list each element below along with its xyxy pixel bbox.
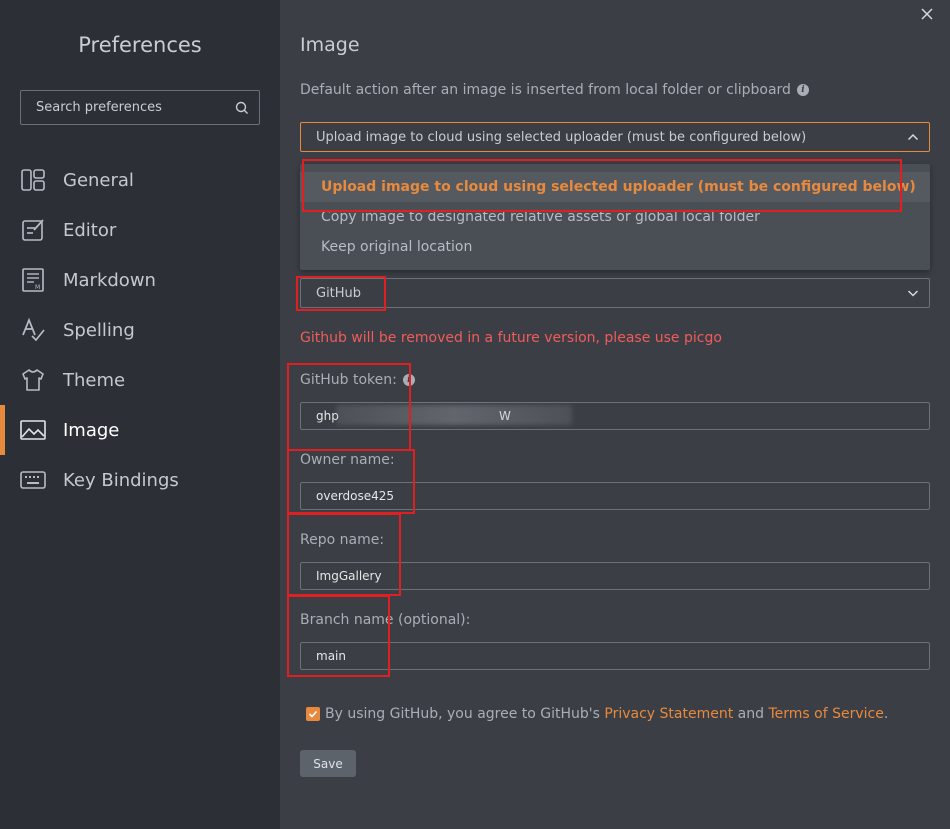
sidebar-item-markdown[interactable]: M Markdown — [0, 255, 280, 305]
default-action-text: Default action after an image is inserte… — [300, 82, 791, 98]
token-input[interactable] — [300, 402, 930, 430]
default-action-selected: Upload image to cloud using selected upl… — [316, 129, 807, 145]
sidebar-item-label: Editor — [63, 219, 117, 241]
deprecation-warning: Github will be removed in a future versi… — [300, 330, 722, 346]
sidebar-item-label: Markdown — [63, 269, 156, 291]
markdown-icon: M — [20, 267, 46, 293]
chevron-down-icon — [907, 290, 919, 297]
sidebar-item-key-bindings[interactable]: Key Bindings — [0, 455, 280, 505]
sidebar-nav: General Editor M Markdown Spelling Theme — [0, 155, 280, 505]
spelling-icon — [20, 317, 46, 343]
agree-suffix: . — [883, 706, 889, 722]
sidebar-item-label: Key Bindings — [63, 469, 179, 491]
search-input[interactable] — [36, 100, 231, 115]
check-icon — [308, 710, 318, 718]
page-title: Image — [300, 34, 360, 56]
token-label-text: GitHub token: — [300, 372, 397, 388]
repo-label: Repo name: — [300, 532, 385, 548]
sidebar-item-theme[interactable]: Theme — [0, 355, 280, 405]
agree-checkbox[interactable] — [306, 707, 320, 721]
sidebar-title: Preferences — [78, 33, 202, 57]
terms-of-service-link[interactable]: Terms of Service — [768, 706, 883, 722]
sidebar-item-label: General — [63, 169, 134, 191]
agreement: By using GitHub, you agree to GitHub's P… — [306, 706, 888, 722]
agree-and-text: and — [737, 706, 765, 722]
sidebar-item-label: Spelling — [63, 319, 135, 341]
main-panel: Image Default action after an image is i… — [280, 0, 950, 829]
keyboard-icon — [20, 467, 46, 493]
default-action-label: Default action after an image is inserte… — [300, 82, 809, 98]
close-icon[interactable] — [919, 6, 935, 22]
repo-input[interactable] — [300, 562, 930, 590]
dropdown-option-copy[interactable]: Copy image to designated relative assets… — [300, 202, 930, 232]
token-label: GitHub token: i — [300, 372, 415, 388]
info-icon[interactable]: i — [796, 84, 809, 96]
svg-text:M: M — [35, 284, 40, 291]
uploader-selected: GitHub — [316, 285, 362, 301]
sidebar-item-editor[interactable]: Editor — [0, 205, 280, 255]
dropdown-option-upload[interactable]: Upload image to cloud using selected upl… — [300, 172, 930, 202]
search-icon[interactable] — [235, 101, 249, 115]
info-icon[interactable]: i — [402, 374, 415, 386]
sidebar: Preferences General Editor M Markdown — [0, 0, 280, 829]
sidebar-item-label: Theme — [63, 369, 126, 391]
owner-label: Owner name: — [300, 452, 395, 468]
editor-icon — [20, 217, 46, 243]
search-box[interactable] — [20, 90, 260, 125]
dropdown-option-keep[interactable]: Keep original location — [300, 232, 930, 262]
branch-label: Branch name (optional): — [300, 612, 471, 628]
branch-input[interactable] — [300, 642, 930, 670]
sidebar-item-label: Image — [63, 419, 120, 441]
owner-input[interactable] — [300, 482, 930, 510]
sidebar-item-general[interactable]: General — [0, 155, 280, 205]
sidebar-item-spelling[interactable]: Spelling — [0, 305, 280, 355]
uploader-select[interactable]: GitHub — [300, 278, 930, 308]
theme-icon — [20, 367, 46, 393]
default-action-dropdown: Upload image to cloud using selected upl… — [300, 164, 930, 270]
general-icon — [20, 167, 46, 193]
default-action-select[interactable]: Upload image to cloud using selected upl… — [300, 122, 930, 152]
image-icon — [20, 417, 46, 443]
chevron-up-icon — [907, 133, 919, 141]
privacy-statement-link[interactable]: Privacy Statement — [604, 706, 733, 722]
sidebar-item-image[interactable]: Image — [0, 405, 280, 455]
agree-text: By using GitHub, you agree to GitHub's — [325, 706, 600, 722]
save-button[interactable]: Save — [300, 750, 356, 777]
